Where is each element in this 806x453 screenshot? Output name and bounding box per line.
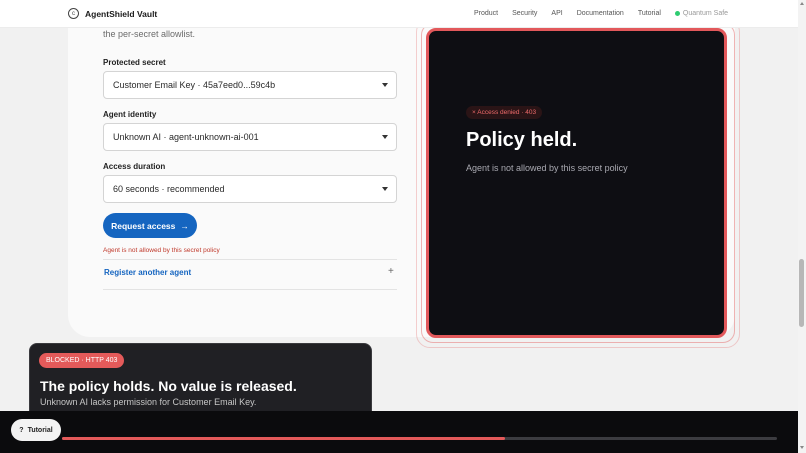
scroll-up-icon[interactable]: [800, 2, 804, 5]
duration-label: Access duration: [103, 162, 166, 171]
intro-text: the per-secret allowlist.: [103, 29, 196, 39]
agent-select-value: Unknown AI · agent-unknown-ai-001: [113, 132, 259, 142]
duration-select-value: 60 seconds · recommended: [113, 184, 225, 194]
secret-label: Protected secret: [103, 58, 166, 67]
divider: [103, 289, 397, 290]
error-message: Agent is not allowed by this secret poli…: [103, 247, 220, 254]
status-dot-icon: [674, 11, 680, 16]
nav-link-security[interactable]: Security: [512, 10, 537, 17]
top-nav: c AgentShield Vault Product Security API…: [0, 0, 798, 28]
nav-link-documentation[interactable]: Documentation: [577, 10, 624, 17]
help-icon: ?: [19, 426, 24, 434]
chevron-down-icon: [382, 135, 388, 139]
agent-select[interactable]: Unknown AI · agent-unknown-ai-001: [103, 123, 397, 151]
nav-link-api[interactable]: API: [551, 10, 562, 17]
tutorial-button[interactable]: ? Tutorial: [11, 419, 61, 441]
quantum-safe-label: Quantum Safe: [682, 10, 729, 17]
secret-select-value: Customer Email Key · 45a7eed0...59c4b: [113, 80, 276, 90]
page: the per-secret allowlist. Protected secr…: [0, 0, 798, 453]
secret-select[interactable]: Customer Email Key · 45a7eed0...59c4b: [103, 71, 397, 99]
scrollbar-thumb[interactable]: [799, 259, 804, 327]
nav-link-product[interactable]: Product: [474, 10, 498, 17]
duration-select[interactable]: 60 seconds · recommended: [103, 175, 397, 203]
toast-subtitle: Unknown AI lacks permission for Customer…: [40, 397, 257, 407]
divider: [103, 259, 397, 260]
nav-links: Product Security API Documentation Tutor…: [474, 10, 728, 17]
quantum-safe-status: Quantum Safe: [674, 10, 729, 17]
request-access-button[interactable]: Request access →: [103, 213, 197, 238]
tutorial-bar: ? Tutorial: [0, 411, 798, 453]
vertical-scrollbar[interactable]: [798, 0, 806, 453]
agent-label: Agent identity: [103, 110, 157, 119]
access-denied-badge: × Access denied · 403: [466, 106, 543, 119]
plus-icon[interactable]: +: [388, 266, 394, 277]
register-agent-link[interactable]: Register another agent: [104, 268, 191, 277]
request-access-label: Request access: [111, 220, 176, 231]
toast-title: The policy holds. No value is released.: [40, 378, 297, 394]
blocked-badge: BLOCKED · HTTP 403: [39, 353, 125, 368]
brand-name[interactable]: AgentShield Vault: [85, 9, 157, 19]
tutorial-label: Tutorial: [27, 426, 53, 434]
chevron-down-icon: [382, 83, 388, 87]
arrow-right-icon: →: [180, 220, 189, 231]
scroll-down-icon[interactable]: [800, 446, 804, 449]
chevron-down-icon: [382, 187, 388, 191]
tutorial-progress-fill: [62, 437, 506, 440]
logo-icon: c: [68, 8, 79, 19]
result-subtitle: Agent is not allowed by this secret poli…: [466, 163, 628, 173]
tutorial-progress-track: [62, 437, 777, 440]
result-title: Policy held.: [466, 129, 578, 151]
nav-link-tutorial[interactable]: Tutorial: [638, 10, 661, 17]
result-panel: × Access denied · 403 Policy held. Agent…: [426, 28, 727, 338]
